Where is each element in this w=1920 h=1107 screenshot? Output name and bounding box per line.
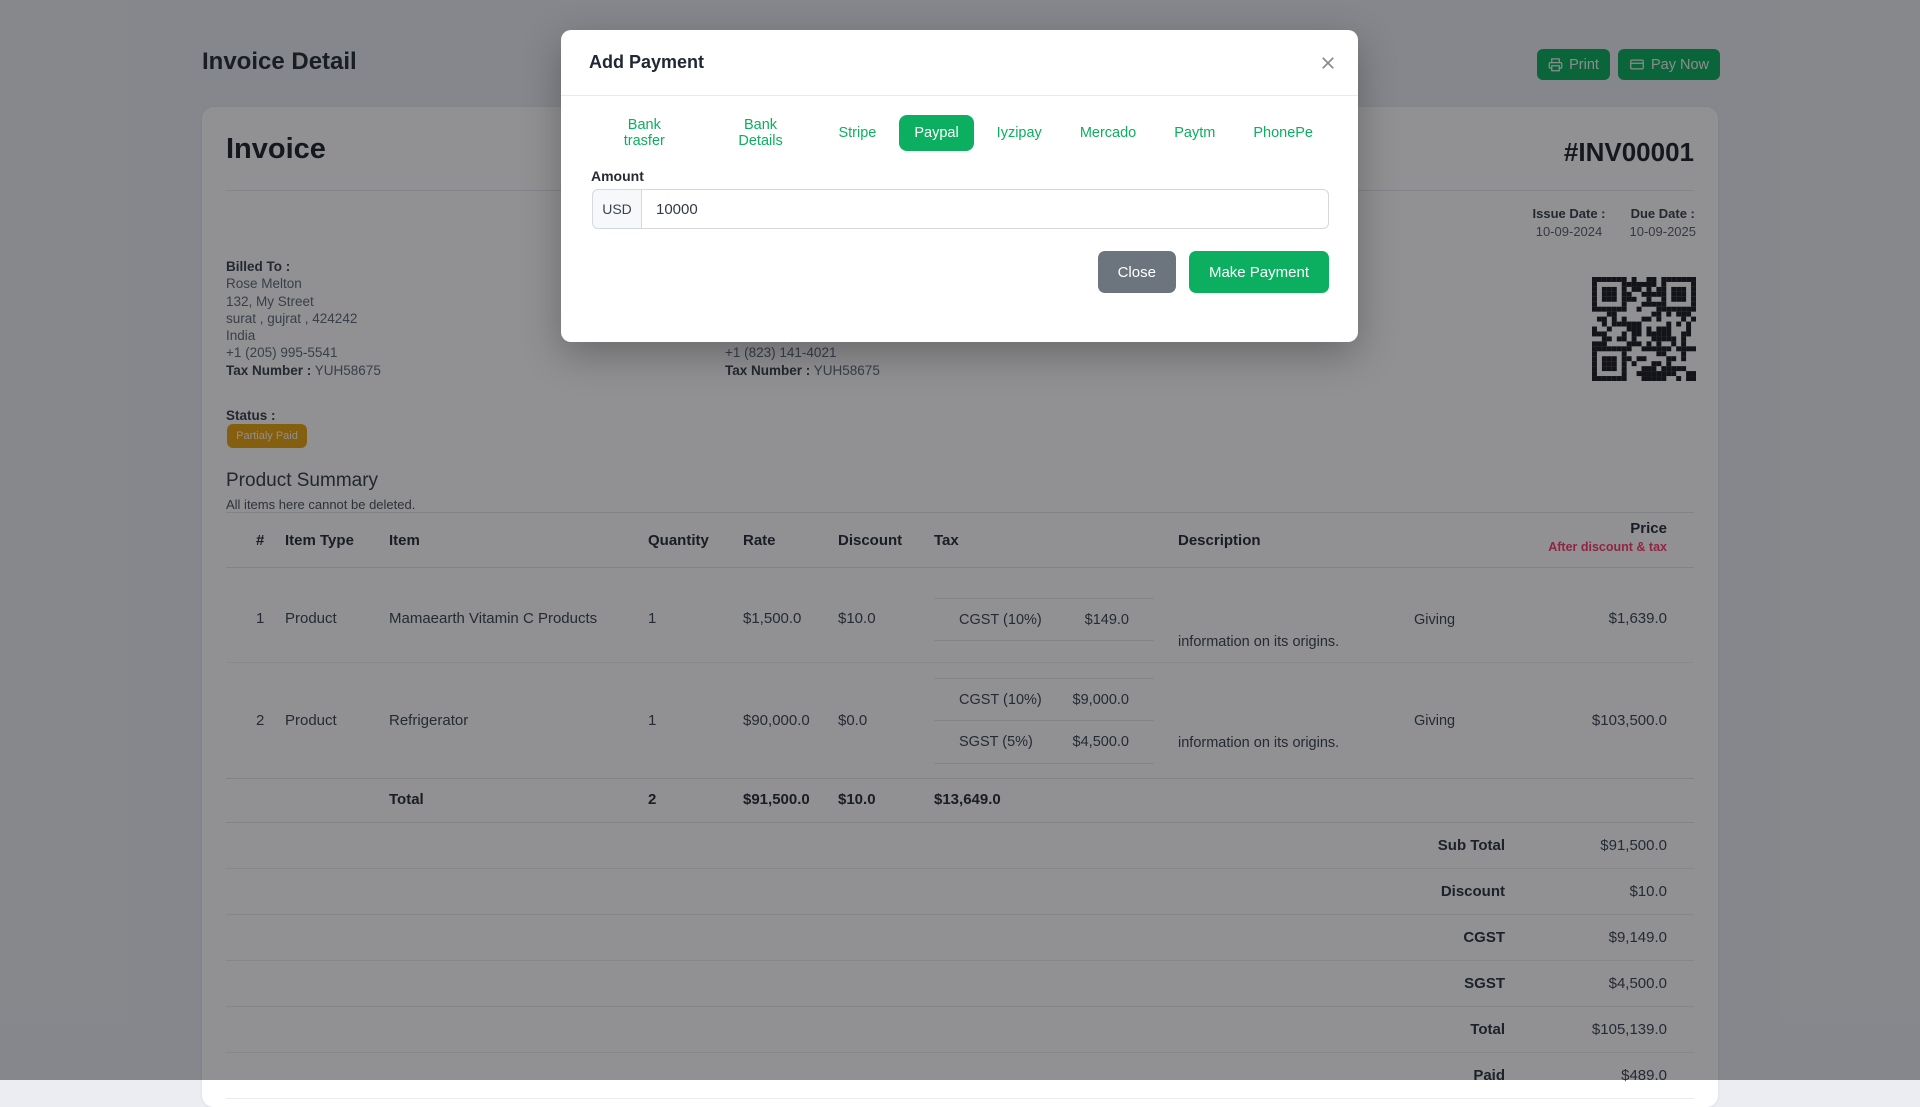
tab-phonepe[interactable]: PhonePe	[1238, 115, 1328, 151]
modal-close-button[interactable]	[1314, 50, 1342, 78]
modal-close-action-button[interactable]: Close	[1098, 251, 1176, 293]
payment-method-tabs: Bank trasfer Bank Details Stripe Paypal …	[591, 115, 1328, 151]
modal-title: Add Payment	[589, 52, 704, 73]
make-payment-button[interactable]: Make Payment	[1189, 251, 1329, 293]
tab-iyzipay[interactable]: Iyzipay	[982, 115, 1057, 151]
amount-label: Amount	[591, 168, 644, 184]
amount-input-group: USD	[592, 189, 1329, 229]
tab-paytm[interactable]: Paytm	[1159, 115, 1230, 151]
tab-bank-transfer[interactable]: Bank trasfer	[591, 115, 698, 151]
modal-divider	[561, 95, 1358, 96]
tab-bank-details[interactable]: Bank Details	[706, 115, 816, 151]
add-payment-modal: Add Payment Bank trasfer Bank Details St…	[561, 30, 1358, 342]
tab-mercado[interactable]: Mercado	[1065, 115, 1151, 151]
currency-prefix: USD	[592, 189, 642, 229]
close-icon	[1319, 54, 1337, 75]
amount-input[interactable]	[642, 189, 1329, 229]
tab-stripe[interactable]: Stripe	[823, 115, 891, 151]
modal-footer: Close Make Payment	[1098, 251, 1329, 293]
tab-paypal[interactable]: Paypal	[899, 115, 973, 151]
